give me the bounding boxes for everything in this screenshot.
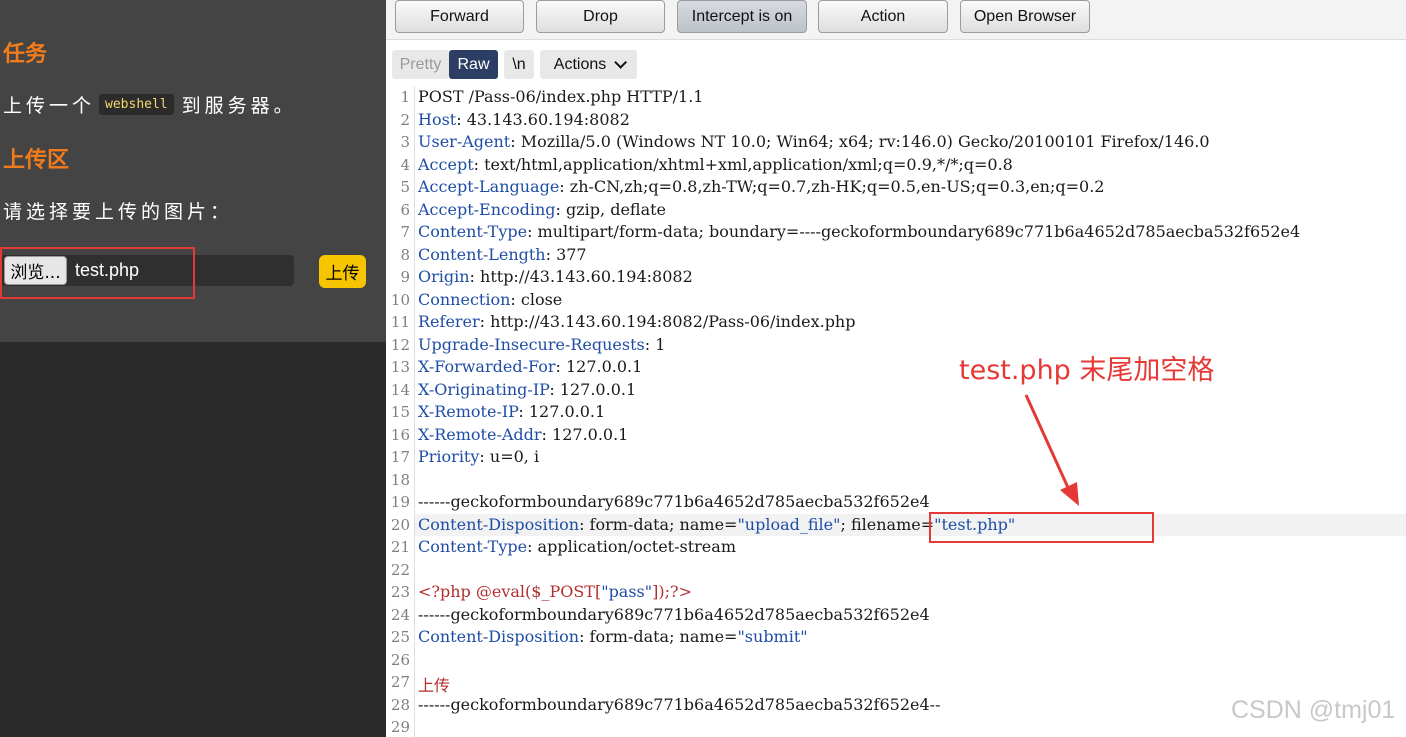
task-code: webshell [99, 94, 174, 115]
task-text-before: 上传一个 [3, 95, 96, 117]
file-highlight-box [0, 247, 195, 299]
task-description: 上传一个 webshell 到服务器。 [3, 91, 297, 118]
annotation-arrow-icon [1024, 394, 1079, 506]
task-heading: 任务 [3, 42, 48, 67]
watermark: CSDN @tmj01 [1231, 696, 1396, 724]
choose-image-text: 请选择要上传的图片： [3, 201, 234, 223]
upload-heading: 上传区 [3, 148, 70, 173]
upload-button[interactable]: 上传 [319, 255, 366, 288]
upload-lab-page: 任务 上传一个 webshell 到服务器。 上传区 请选择要上传的图片： 浏览… [0, 0, 386, 737]
task-text-after: 到服务器。 [181, 95, 297, 117]
app-root: 任务 上传一个 webshell 到服务器。 上传区 请选择要上传的图片： 浏览… [0, 0, 1406, 737]
upload-lab-content: 任务 上传一个 webshell 到服务器。 上传区 请选择要上传的图片： 浏览… [0, 0, 386, 342]
proxy-intercept-panel: Forward Drop Intercept is on Action Open… [386, 0, 1406, 737]
